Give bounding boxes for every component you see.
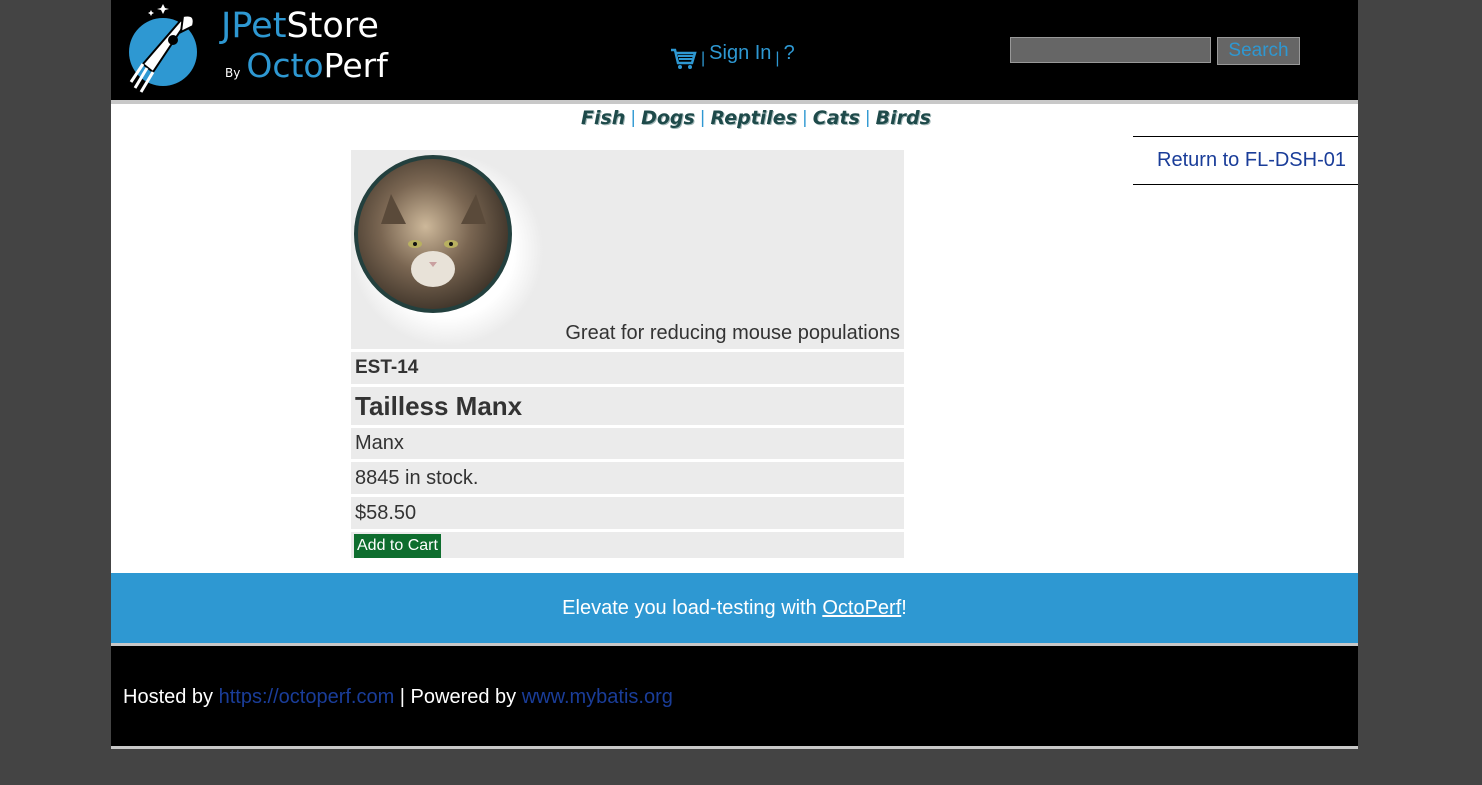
item-detail-table: Great for reducing mouse populations EST…: [351, 150, 904, 561]
item-description: Great for reducing mouse populations: [565, 322, 900, 344]
return-to-product-link[interactable]: Return to FL-DSH-01: [1157, 149, 1358, 172]
item-image-row: Great for reducing mouse populations: [351, 150, 904, 349]
hosted-link[interactable]: https://octoperf.com: [219, 686, 395, 708]
hosted-by-label: Hosted by: [123, 686, 219, 708]
quicklink-dogs[interactable]: Dogs: [641, 107, 695, 129]
powered-link[interactable]: www.mybatis.org: [522, 686, 673, 708]
logo-wordmark-top: JPetStore: [221, 6, 379, 46]
quicklink-separator: |: [864, 108, 871, 128]
help-link[interactable]: ?: [784, 42, 795, 65]
powered-by-label: | Powered by: [394, 686, 522, 708]
octoperf-link[interactable]: OctoPerf: [822, 597, 901, 620]
menu-separator: |: [701, 50, 706, 67]
quicklink-cats[interactable]: Cats: [813, 107, 860, 129]
footer: Hosted by https://octoperf.com | Powered…: [111, 646, 1358, 749]
promo-exclamation: !: [901, 596, 907, 619]
quicklink-separator: |: [630, 108, 637, 128]
item-stock: 8845 in stock.: [351, 462, 904, 494]
shopping-cart-icon[interactable]: [669, 47, 697, 71]
quicklink-separator: |: [802, 108, 808, 128]
quicklink-birds[interactable]: Birds: [876, 107, 931, 129]
item-name: Tailless Manx: [351, 387, 904, 425]
header-menu: | Sign In | ?: [669, 38, 795, 71]
quicklink-separator: |: [699, 108, 706, 128]
main-content: Fish | Dogs | Reptiles | Cats | Birds Re…: [111, 104, 1358, 573]
rocket-logo-icon: [129, 4, 197, 93]
jpetstore-logo[interactable]: JPetStore By OctoPerf: [121, 0, 391, 95]
quicklink-fish[interactable]: Fish: [581, 107, 625, 129]
item-id: EST-14: [351, 352, 904, 384]
search-button[interactable]: Search: [1217, 37, 1300, 65]
search-input[interactable]: [1010, 37, 1211, 63]
item-price: $58.50: [351, 497, 904, 529]
header: JPetStore By OctoPerf | Sign In | ? Searc…: [111, 0, 1358, 104]
back-link-container: Return to FL-DSH-01: [1133, 136, 1358, 185]
add-to-cart-button[interactable]: Add to Cart: [354, 534, 441, 558]
page-wrapper: JPetStore By OctoPerf | Sign In | ? Searc…: [111, 0, 1358, 785]
promo-banner: Elevate you load-testing with OctoPerf!: [111, 573, 1358, 646]
promo-text: Elevate you load-testing with: [562, 596, 823, 619]
category-quicklinks: Fish | Dogs | Reptiles | Cats | Birds: [581, 104, 931, 132]
item-type: Manx: [351, 428, 904, 459]
footer-text: Hosted by https://octoperf.com | Powered…: [123, 686, 673, 709]
quicklink-reptiles[interactable]: Reptiles: [711, 107, 797, 129]
sign-in-link[interactable]: Sign In: [709, 42, 771, 65]
logo-wordmark-bottom: By OctoPerf: [225, 46, 388, 85]
menu-separator: |: [775, 50, 780, 67]
cat-image: [351, 154, 543, 346]
add-to-cart-row: Add to Cart: [351, 532, 904, 558]
search-form: Search: [1010, 37, 1300, 65]
